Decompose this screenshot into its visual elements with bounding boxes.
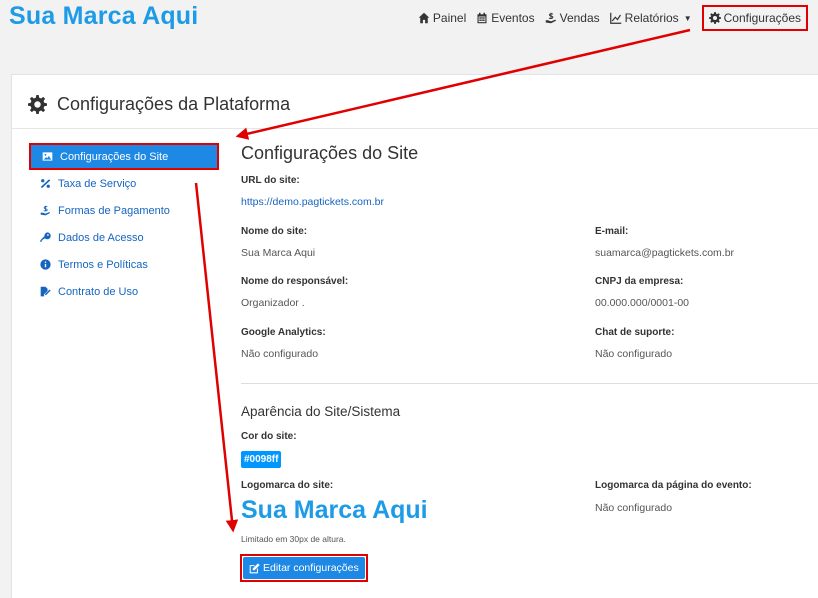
sidebar-item-label: Contrato de Uso	[58, 285, 139, 298]
event-logo-value: Não configurado	[595, 502, 673, 514]
color-badge-wrap: #0098ff	[241, 449, 282, 468]
home-icon	[418, 12, 430, 24]
color-badge: #0098ff	[241, 451, 282, 468]
brand-logo[interactable]: Sua Marca Aqui	[9, 2, 198, 31]
url-label: URL do site:	[241, 175, 300, 186]
info-circle-icon	[40, 259, 51, 270]
email-label: E-mail:	[595, 226, 629, 237]
nav-painel-label: Painel	[432, 11, 467, 25]
sidebar-item-formas-de-pagamento[interactable]: Formas de Pagamento	[29, 197, 219, 224]
key-icon	[40, 232, 51, 242]
nav-relatorios[interactable]: Relatórios ▼	[609, 11, 692, 25]
edit-settings-button[interactable]: Editar configurações	[243, 557, 365, 579]
gear-icon	[708, 12, 721, 24]
site-name-value: Sua Marca Aqui	[241, 247, 316, 259]
settings-sidebar: Configurações do Site Taxa de Serviço Fo…	[29, 143, 219, 305]
sidebar-item-label: Taxa de Serviço	[58, 177, 137, 190]
analytics-value: Não configurado	[241, 348, 319, 360]
logo-note: Limitado em 30px de altura.	[241, 534, 346, 544]
appearance-title: Aparência do Site/Sistema	[241, 404, 401, 419]
nav-vendas[interactable]: Vendas	[545, 11, 600, 25]
hand-holding-dollar-icon	[40, 205, 50, 216]
nav-relatorios-label: Relatórios	[624, 11, 679, 25]
caret-down-icon: ▼	[683, 13, 692, 23]
event-logo-label: Logomarca da página do evento:	[595, 480, 752, 491]
url-link[interactable]: https://demo.pagtickets.com.br	[241, 196, 384, 208]
line-chart-icon	[609, 12, 621, 24]
percent-icon	[40, 179, 51, 188]
sidebar-item-contrato-de-uso[interactable]: Contrato de Uso	[29, 278, 219, 305]
cnpj-value: 00.000.000/0001-00	[595, 297, 690, 309]
calendar-icon	[477, 12, 487, 24]
site-name-label: Nome do site:	[241, 226, 308, 237]
nav-eventos-label: Eventos	[491, 11, 535, 25]
chat-value: Não configurado	[595, 348, 673, 360]
main-nav: Painel Eventos Vendas Relatórios ▼ Confi…	[418, 0, 818, 36]
sidebar-item-dados-de-acesso[interactable]: Dados de Acesso	[29, 224, 219, 251]
sidebar-item-label: Configurações do Site	[60, 150, 169, 163]
top-navbar: Sua Marca Aqui Painel Eventos Vendas Rel…	[0, 0, 818, 40]
color-label: Cor do site:	[241, 431, 297, 442]
image-icon	[42, 152, 53, 161]
sidebar-item-configuracoes-do-site[interactable]: Configurações do Site	[29, 143, 219, 170]
sidebar-item-label: Formas de Pagamento	[58, 204, 170, 217]
sidebar-item-label: Dados de Acesso	[58, 231, 144, 244]
chat-label: Chat de suporte:	[595, 327, 675, 338]
email-value: suamarca@pagtickets.com.br	[595, 247, 735, 259]
nav-configuracoes-label: Configurações	[723, 11, 801, 25]
nav-vendas-label: Vendas	[559, 11, 600, 25]
logo-label: Logomarca do site:	[241, 480, 334, 491]
nav-configuracoes[interactable]: Configurações	[701, 5, 808, 31]
card-header: Configurações da Plataforma	[28, 94, 290, 115]
edit-button-wrap: Editar configurações	[240, 554, 368, 582]
header-divider	[12, 128, 818, 129]
analytics-label: Google Analytics:	[241, 327, 326, 338]
nav-painel[interactable]: Painel	[418, 11, 466, 25]
gear-icon	[28, 95, 47, 114]
responsible-value: Organizador .	[241, 297, 305, 309]
hand-holding-dollar-icon	[545, 12, 556, 24]
cnpj-label: CNPJ da empresa:	[595, 276, 684, 287]
section-title: Configurações do Site	[241, 143, 419, 163]
site-logo-preview: Sua Marca Aqui	[241, 496, 428, 524]
sidebar-item-termos-e-politicas[interactable]: Termos e Políticas	[29, 251, 219, 278]
edit-button-label: Editar configurações	[263, 562, 359, 574]
edit-icon	[249, 562, 260, 573]
edit-button-highlight: Editar configurações	[240, 554, 368, 582]
section-divider	[241, 383, 818, 384]
page-title: Configurações da Plataforma	[57, 94, 291, 114]
settings-card: Configurações da Plataforma Configuraçõe…	[11, 74, 818, 598]
file-signature-icon	[40, 286, 51, 297]
nav-eventos[interactable]: Eventos	[476, 11, 535, 25]
sidebar-item-label: Termos e Políticas	[58, 258, 148, 271]
responsible-label: Nome do responsável:	[241, 276, 349, 287]
sidebar-item-taxa-de-servico[interactable]: Taxa de Serviço	[29, 170, 219, 197]
